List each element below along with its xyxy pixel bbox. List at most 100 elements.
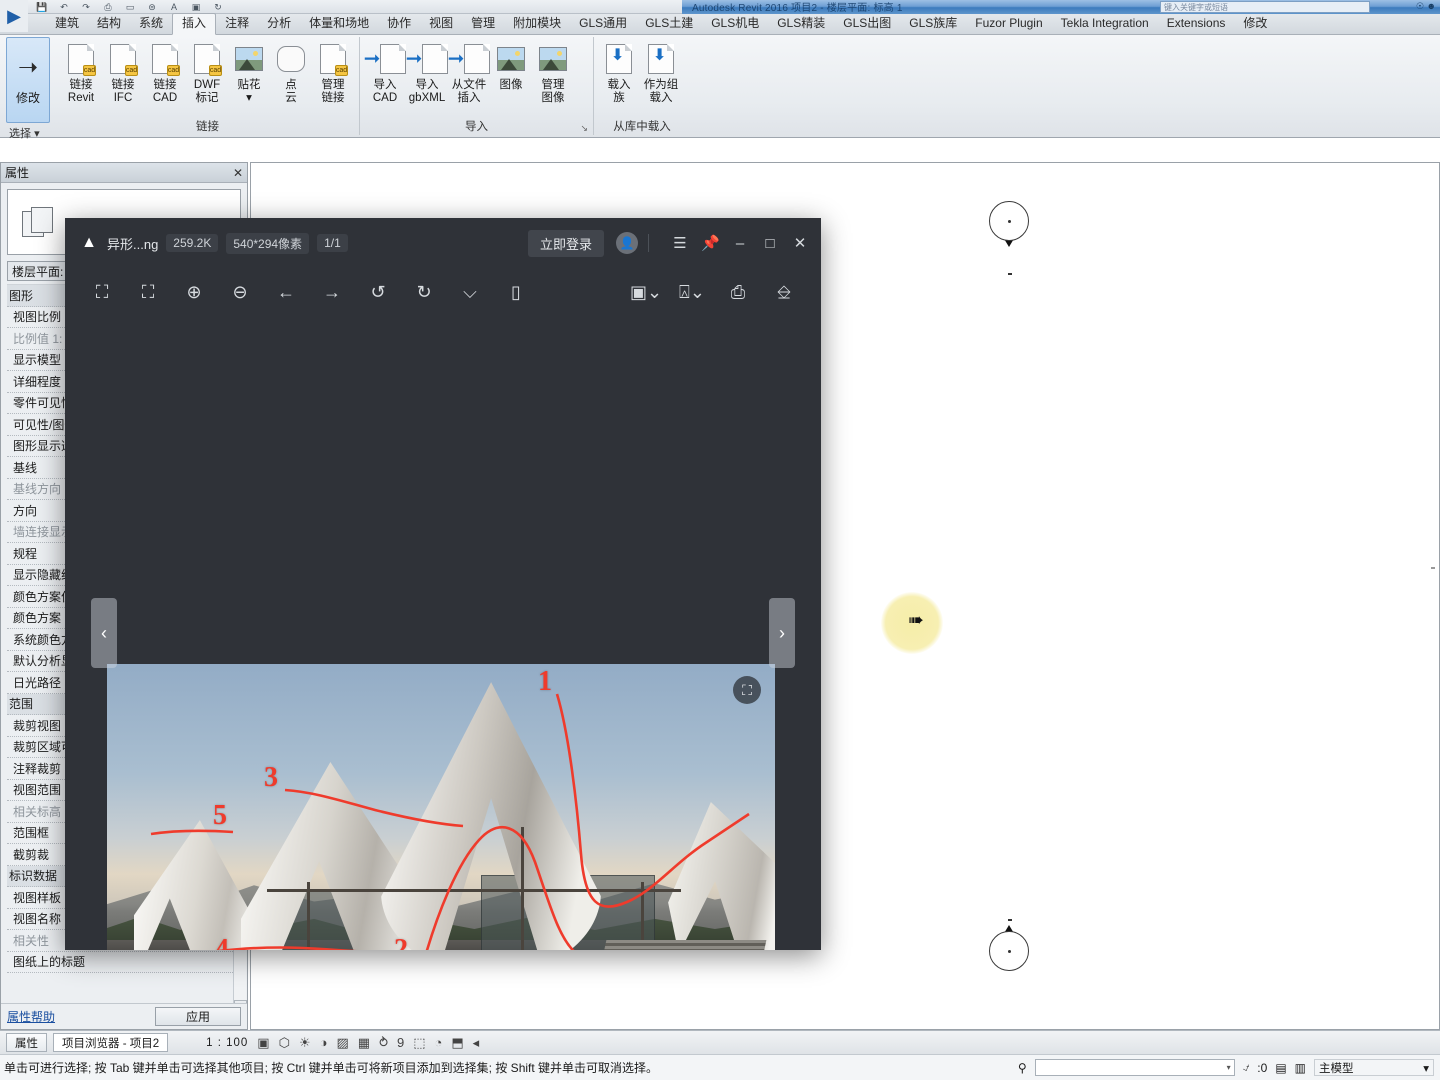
selection-filter-icon[interactable]: ⍻ bbox=[1243, 1060, 1250, 1075]
ribbon-tab-1[interactable]: 结构 bbox=[88, 14, 130, 34]
ribbon-tab-10[interactable]: 附加模块 bbox=[504, 14, 570, 34]
edit-image-icon[interactable]: ▣⌄ bbox=[623, 282, 669, 303]
properties-help-link[interactable]: 属性帮助 bbox=[7, 1008, 55, 1025]
worksharing-display-icon[interactable]: ◔ bbox=[434, 1035, 442, 1050]
ribbon-button-link-cad-icon[interactable]: cad链接CAD bbox=[144, 39, 186, 105]
filter-icon[interactable]: ⚲ bbox=[1018, 1061, 1027, 1075]
modify-button[interactable]: ➝ 修改 bbox=[6, 37, 50, 123]
ribbon-button-manage-images-icon[interactable]: 管理图像 bbox=[532, 39, 574, 105]
dialog-launcher-icon[interactable]: ↘ bbox=[580, 123, 588, 134]
view-control-bar[interactable]: 属性 项目浏览器 - 项目2 1 : 100 ▣ ⬡ ☀ ◑ ▨ ▦ ⥁ 9 ⬚ ◔ ⬒ ◂ bbox=[0, 1030, 1440, 1054]
ribbon-button-import-cad-icon[interactable]: ➞导入CAD bbox=[364, 39, 406, 105]
detail-level-icon[interactable]: ▣ bbox=[257, 1035, 269, 1051]
zoom-in-icon[interactable]: ⊕ bbox=[171, 282, 217, 303]
title-bar-icons[interactable]: ☉ ☻ bbox=[1416, 1, 1436, 12]
ribbon-tab-18[interactable]: Tekla Integration bbox=[1052, 14, 1158, 34]
save-icon[interactable]: ⎒ bbox=[761, 282, 807, 303]
ribbon-tab-5[interactable]: 分析 bbox=[258, 14, 300, 34]
rotate-right-icon[interactable]: ↻ bbox=[401, 282, 447, 303]
properties-panel-icon[interactable]: ▤ bbox=[1275, 1061, 1286, 1075]
property-row[interactable]: 参照图纸 bbox=[7, 973, 241, 974]
minimize-icon[interactable]: – bbox=[731, 235, 749, 252]
ribbon-tab-9[interactable]: 管理 bbox=[462, 14, 504, 34]
sun-path-icon[interactable]: ☀ bbox=[299, 1035, 311, 1051]
expand-icon[interactable]: ⛶ bbox=[733, 676, 761, 704]
ribbon-tab-8[interactable]: 视图 bbox=[420, 14, 462, 34]
delete-icon[interactable]: ⌵ bbox=[447, 282, 493, 303]
ribbon-tab-16[interactable]: GLS族库 bbox=[900, 14, 966, 34]
ribbon-tab-7[interactable]: 协作 bbox=[378, 14, 420, 34]
view-scale[interactable]: 1 : 100 bbox=[206, 1037, 248, 1049]
more-icon[interactable]: ◂ bbox=[473, 1035, 480, 1051]
ribbon-button-link-revit-icon[interactable]: cad链接Revit bbox=[60, 39, 102, 105]
ribbon-button-decal-icon[interactable]: 贴花▾ bbox=[228, 39, 270, 105]
ribbon-tab-20[interactable]: 修改 bbox=[1234, 14, 1276, 34]
selection-combo[interactable]: ▾ bbox=[1035, 1059, 1235, 1076]
account-icon[interactable]: 👤 bbox=[616, 232, 638, 254]
ribbon-tab-4[interactable]: 注释 bbox=[216, 14, 258, 34]
ribbon-tab-19[interactable]: Extensions bbox=[1158, 14, 1235, 34]
ribbon-button-insert-from-file-icon[interactable]: ➞从文件插入 bbox=[448, 39, 490, 105]
ribbon-tab-12[interactable]: GLS土建 bbox=[636, 14, 702, 34]
select-dropdown[interactable]: 选择 ▾ bbox=[6, 123, 50, 143]
ribbon-tab-14[interactable]: GLS精装 bbox=[768, 14, 834, 34]
ribbon-tab-2[interactable]: 系统 bbox=[130, 14, 172, 34]
palette-tab-project-browser[interactable]: 项目浏览器 - 项目2 bbox=[53, 1033, 168, 1052]
ribbon-tab-13[interactable]: GLS机电 bbox=[702, 14, 768, 34]
login-button[interactable]: 立即登录 bbox=[528, 230, 604, 257]
search-input[interactable]: 键入关键字或短语 bbox=[1160, 1, 1370, 13]
ribbon-button-manage-links-icon[interactable]: cad管理链接 bbox=[312, 39, 354, 105]
pin-icon[interactable]: 📌 bbox=[701, 234, 719, 252]
image-viewer-window[interactable]: ▲ 异形...ng 259.2K 540*294像素 1/1 立即登录 👤 ☰ … bbox=[65, 218, 821, 950]
ribbon-button-load-family-icon[interactable]: ⬇载入族 bbox=[598, 39, 640, 105]
ribbon-tab-6[interactable]: 体量和场地 bbox=[300, 14, 378, 34]
ribbon-tab-11[interactable]: GLS通用 bbox=[570, 14, 636, 34]
fullscreen-icon[interactable]: ⛶ bbox=[79, 282, 125, 303]
fit-to-window-icon[interactable]: ⛶ bbox=[125, 282, 171, 303]
ribbon-button-link-ifc-icon[interactable]: cad链接IFC bbox=[102, 39, 144, 105]
ribbon-button-load-as-group-icon[interactable]: ⬇作为组载入 bbox=[640, 39, 682, 105]
elevation-marker-top[interactable] bbox=[989, 201, 1033, 245]
info-icon[interactable]: ▯ bbox=[493, 282, 539, 303]
close-icon[interactable]: ✕ bbox=[791, 234, 809, 252]
rotate-left-icon[interactable]: ↺ bbox=[355, 282, 401, 303]
ribbon-button-import-gbxml-icon[interactable]: ➞导入gbXML bbox=[406, 39, 448, 105]
ribbon-tab-0[interactable]: 建筑 bbox=[46, 14, 88, 34]
next-image-icon[interactable]: → bbox=[309, 282, 355, 303]
apply-button[interactable]: 应用 bbox=[155, 1007, 241, 1026]
viewer-title-bar[interactable]: ▲ 异形...ng 259.2K 540*294像素 1/1 立即登录 👤 ☰ … bbox=[65, 218, 821, 268]
design-option-selector[interactable]: 主模型 ▾ bbox=[1314, 1059, 1434, 1076]
maximize-icon[interactable]: □ bbox=[761, 235, 779, 252]
ribbon-button-image-icon[interactable]: 图像 bbox=[490, 39, 532, 92]
project-browser-icon[interactable]: ▥ bbox=[1295, 1061, 1306, 1075]
ribbon-tab-17[interactable]: Fuzor Plugin bbox=[966, 14, 1051, 34]
ribbon-tab-3[interactable]: 插入 bbox=[172, 13, 216, 35]
ribbon-tab-strip[interactable]: 建筑结构系统插入注释分析体量和场地协作视图管理附加模块GLS通用GLS土建GLS… bbox=[0, 14, 1440, 35]
viewer-image-stage[interactable]: 1 2 3 4 5 ⛶ ‹ › bbox=[65, 316, 821, 950]
ribbon-button-dwf-markup-icon[interactable]: cadDWF标记 bbox=[186, 39, 228, 105]
crop-icon[interactable]: ⍓⌄ bbox=[669, 282, 715, 303]
next-image-button[interactable]: › bbox=[769, 598, 795, 668]
menu-icon[interactable]: ☰ bbox=[671, 234, 689, 252]
shadows-icon[interactable]: ◑ bbox=[320, 1035, 328, 1050]
status-bar-right[interactable]: ⚲ ▾ ⍻ :0 ▤ ▥ 主模型 ▾ bbox=[1018, 1059, 1440, 1076]
ribbon-tab-15[interactable]: GLS出图 bbox=[834, 14, 900, 34]
viewer-toolbar[interactable]: ⛶ ⛶ ⊕ ⊖ ← → ↺ ↻ ⌵ ▯ ▣⌄ ⍓⌄ ⎙ ⎒ bbox=[65, 268, 821, 316]
crop-view-icon[interactable]: ▦ bbox=[358, 1035, 370, 1051]
elevation-marker-bottom[interactable] bbox=[989, 931, 1033, 975]
temporary-hide-isolate-icon[interactable]: 9 bbox=[397, 1035, 404, 1050]
show-crop-region-icon[interactable]: ⥁ bbox=[379, 1035, 388, 1051]
rendering-dialog-icon[interactable]: ▨ bbox=[336, 1035, 348, 1051]
palette-tab-properties[interactable]: 属性 bbox=[6, 1033, 47, 1052]
property-row[interactable]: 图纸上的标题 bbox=[7, 952, 241, 974]
visual-style-icon[interactable]: ⬡ bbox=[279, 1035, 290, 1051]
architecture-photo[interactable]: 1 2 3 4 5 ⛶ bbox=[107, 664, 775, 950]
close-icon[interactable]: ✕ bbox=[233, 166, 243, 180]
zoom-out-icon[interactable]: ⊖ bbox=[217, 282, 263, 303]
reveal-hidden-elements-icon[interactable]: ⬚ bbox=[413, 1035, 425, 1051]
temporary-view-properties-icon[interactable]: ⬒ bbox=[451, 1035, 463, 1051]
print-icon[interactable]: ⎙ bbox=[715, 282, 761, 303]
previous-image-icon[interactable]: ← bbox=[263, 282, 309, 303]
previous-image-button[interactable]: ‹ bbox=[91, 598, 117, 668]
ribbon-button-point-cloud-icon[interactable]: 点云 bbox=[270, 39, 312, 105]
